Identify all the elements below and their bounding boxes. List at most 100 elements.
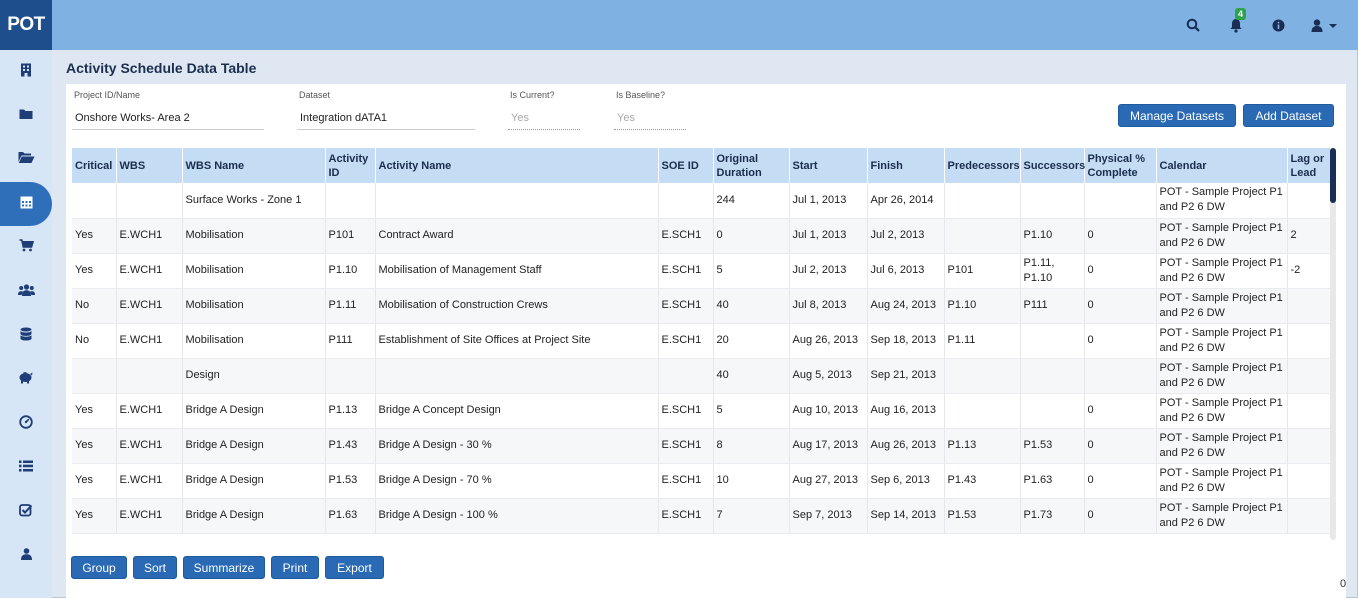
table-cell: Establishment of Site Offices at Project… xyxy=(375,323,659,359)
column-header[interactable]: Lag or Lead xyxy=(1287,148,1331,183)
table-cell: Mobilisation xyxy=(182,288,326,324)
table-cell: Mobilisation xyxy=(182,323,326,359)
table-row[interactable]: Yes E.WCH1 Bridge A Design P1.43 Bridge A De… xyxy=(72,428,1331,464)
table-cell: Yes xyxy=(72,428,117,464)
column-header[interactable]: Critical xyxy=(72,148,117,183)
table-row[interactable]: Yes E.WCH1 Bridge A Design P1.53 Bridge A De… xyxy=(72,463,1331,499)
group-button[interactable]: Group xyxy=(71,556,127,579)
table-cell: E.WCH1 xyxy=(116,463,183,499)
add-dataset-button[interactable]: Add Dataset xyxy=(1243,104,1334,127)
column-header[interactable]: WBS Name xyxy=(182,148,326,183)
list-icon xyxy=(19,459,33,477)
sidebar-item-database[interactable] xyxy=(0,314,52,358)
column-header[interactable]: Physical % Complete xyxy=(1084,148,1157,183)
column-header[interactable]: Successors xyxy=(1020,148,1085,183)
notification-bell-icon[interactable]: 4 xyxy=(1227,8,1247,34)
column-header[interactable]: Start xyxy=(789,148,868,183)
table-cell: 244 xyxy=(713,183,790,219)
column-header[interactable]: WBS xyxy=(116,148,183,183)
table-cell: 2 xyxy=(1287,218,1331,254)
table-cell: E.WCH1 xyxy=(116,253,183,289)
table-cell xyxy=(944,358,1021,394)
manage-datasets-button[interactable]: Manage Datasets xyxy=(1118,104,1236,127)
table-cell: Sep 21, 2013 xyxy=(867,358,945,394)
table-cell: 0 xyxy=(1084,323,1157,359)
table-cell: Aug 26, 2013 xyxy=(867,428,945,464)
column-header[interactable]: Predecessors xyxy=(944,148,1021,183)
table-cell: POT - Sample Project P1 and P2 6 DW xyxy=(1156,253,1288,289)
table-cell: POT - Sample Project P1 and P2 6 DW xyxy=(1156,428,1288,464)
activity-table-container: Critical WBS WBS Name Activity ID Activity N… xyxy=(72,148,1336,540)
table-cell: Jul 1, 2013 xyxy=(789,183,868,219)
sort-button[interactable]: Sort xyxy=(133,556,177,579)
table-cell: Apr 26, 2014 xyxy=(867,183,945,219)
table-cell xyxy=(1287,358,1331,394)
table-header-row: Critical WBS WBS Name Activity ID Activity N… xyxy=(72,148,1331,183)
table-cell: P1.10 xyxy=(944,288,1021,324)
column-header[interactable]: Activity Name xyxy=(375,148,659,183)
column-header[interactable]: Finish xyxy=(867,148,945,183)
sidebar-item-users[interactable] xyxy=(0,270,52,314)
table-cell: P1.13 xyxy=(325,393,376,429)
table-row[interactable]: Yes E.WCH1 Bridge A Design P1.13 Bridge A Co… xyxy=(72,393,1331,429)
info-icon[interactable] xyxy=(1269,16,1287,34)
table-scrollbar-thumb[interactable] xyxy=(1330,148,1336,203)
table-cell: Aug 5, 2013 xyxy=(789,358,868,394)
table-row[interactable]: Yes E.WCH1 Mobilisation P101 Contract Award E… xyxy=(72,218,1331,254)
sidebar-item-folder[interactable] xyxy=(0,94,52,138)
table-cell xyxy=(1020,358,1085,394)
print-button[interactable]: Print xyxy=(271,556,319,579)
table-cell xyxy=(1287,323,1331,359)
table-cell: 5 xyxy=(713,393,790,429)
notification-count-badge: 4 xyxy=(1235,8,1247,20)
table-cell: POT - Sample Project P1 and P2 6 DW xyxy=(1156,358,1288,394)
sidebar-item-list[interactable] xyxy=(0,446,52,490)
table-cell: Aug 16, 2013 xyxy=(867,393,945,429)
sidebar-item-folder-open[interactable] xyxy=(0,138,52,182)
project-field[interactable]: Onshore Works- Area 2 xyxy=(72,106,264,130)
table-cell: 7 xyxy=(713,498,790,534)
sidebar-item-cart[interactable] xyxy=(0,226,52,270)
column-header[interactable]: Calendar xyxy=(1156,148,1288,183)
table-row[interactable]: Surface Works - Zone 1 244 Jul 1, 2013 Apr … xyxy=(72,183,1331,219)
user-menu-icon[interactable] xyxy=(1310,16,1340,34)
table-cell: 0 xyxy=(1084,463,1157,499)
table-cell: Yes xyxy=(72,393,117,429)
export-button[interactable]: Export xyxy=(325,556,384,579)
table-cell: P1.10 xyxy=(325,253,376,289)
table-cell xyxy=(658,183,714,219)
table-scrollbar[interactable] xyxy=(1330,148,1336,540)
table-cell xyxy=(944,393,1021,429)
sidebar-item-tasks[interactable] xyxy=(0,490,52,534)
column-header[interactable]: Activity ID xyxy=(325,148,376,183)
table-cell: POT - Sample Project P1 and P2 6 DW xyxy=(1156,218,1288,254)
dataset-field[interactable]: Integration dATA1 xyxy=(297,106,475,130)
search-icon[interactable] xyxy=(1184,16,1202,34)
app-logo[interactable]: POT xyxy=(0,0,52,50)
sidebar-item-budget[interactable] xyxy=(0,358,52,402)
table-cell: 20 xyxy=(713,323,790,359)
summarize-button[interactable]: Summarize xyxy=(183,556,265,579)
table-cell xyxy=(375,358,659,394)
table-cell: Aug 26, 2013 xyxy=(789,323,868,359)
table-cell: Bridge A Design - 70 % xyxy=(375,463,659,499)
table-row[interactable]: Yes E.WCH1 Bridge A Design P1.63 Bridge A De… xyxy=(72,498,1331,534)
sidebar-item-dashboard[interactable] xyxy=(0,402,52,446)
table-cell: Sep 7, 2013 xyxy=(789,498,868,534)
table-row[interactable]: No E.WCH1 Mobilisation P1.11 Mobilisation of… xyxy=(72,288,1331,324)
table-cell: 0 xyxy=(1084,288,1157,324)
table-cell: Aug 10, 2013 xyxy=(789,393,868,429)
table-row[interactable]: No E.WCH1 Mobilisation P111 Establishment of… xyxy=(72,323,1331,359)
sidebar-item-schedule[interactable] xyxy=(0,182,52,226)
column-header[interactable]: Original Duration xyxy=(713,148,790,183)
column-header[interactable]: SOE ID xyxy=(658,148,714,183)
table-cell: E.SCH1 xyxy=(658,393,714,429)
table-row[interactable]: Yes E.WCH1 Mobilisation P1.10 Mobilisation o… xyxy=(72,253,1331,289)
table-row[interactable]: Design 40 Aug 5, 2013 Sep 21, 2013 POT - Sam… xyxy=(72,358,1331,394)
is-baseline-field: Yes xyxy=(614,106,686,130)
sidebar-item-building[interactable] xyxy=(0,50,52,94)
sidebar-item-profile[interactable] xyxy=(0,534,52,578)
table-cell: Jul 2, 2013 xyxy=(789,253,868,289)
table-cell xyxy=(1287,393,1331,429)
table-cell xyxy=(944,218,1021,254)
